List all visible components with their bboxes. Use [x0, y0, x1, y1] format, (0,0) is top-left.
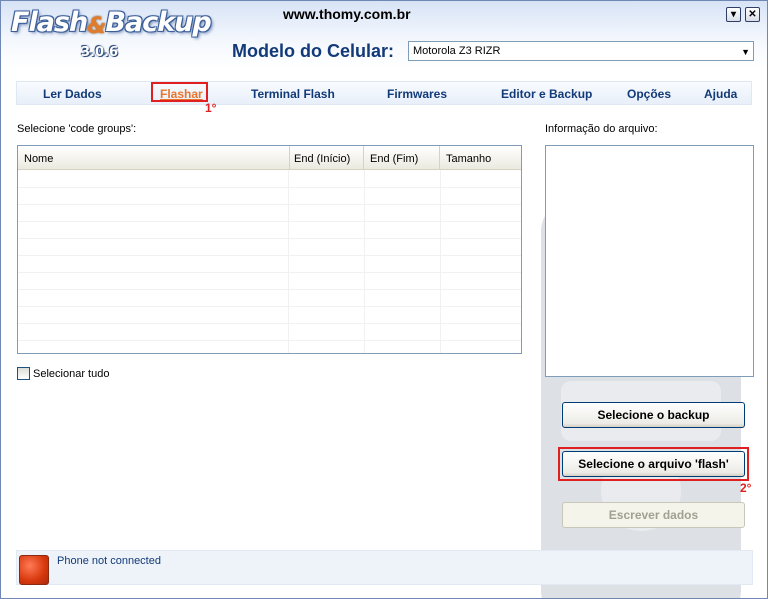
table-row [18, 171, 521, 188]
flashar-highlight-box [151, 82, 208, 102]
select-flash-file-button[interactable]: Selecione o arquivo 'flash' [562, 451, 745, 477]
app-window: Flash&Backup 3.0.6 www.thomy.com.br ▾ ✕ … [0, 0, 768, 599]
chevron-down-icon: ▼ [741, 47, 750, 57]
table-header: Nome End (Início) End (Fim) Tamanho [18, 146, 521, 170]
table-row [18, 341, 521, 353]
header: Flash&Backup 3.0.6 www.thomy.com.br ▾ ✕ … [1, 1, 767, 69]
status-bar: Phone not connected [16, 550, 753, 585]
model-select-value: Motorola Z3 RIZR [413, 45, 501, 57]
tab-ler-dados[interactable]: Ler Dados [43, 87, 102, 101]
app-logo: Flash&Backup [11, 7, 212, 47]
table-row [18, 205, 521, 222]
column-header-end-inicio[interactable]: End (Início) [288, 146, 364, 170]
minimize-button[interactable]: ▾ [726, 7, 741, 22]
table-row [18, 256, 521, 273]
tab-firmwares[interactable]: Firmwares [387, 87, 447, 101]
table-row [18, 290, 521, 307]
column-header-nome[interactable]: Nome [18, 146, 290, 170]
column-header-end-fim[interactable]: End (Fim) [364, 146, 440, 170]
table-row [18, 324, 521, 341]
select-all-label[interactable]: Selecionar tudo [33, 368, 109, 380]
status-text: Phone not connected [57, 555, 161, 567]
tab-editor-backup[interactable]: Editor e Backup [501, 87, 592, 101]
file-info-label: Informação do arquivo: [545, 123, 658, 135]
app-version: 3.0.6 [81, 45, 119, 60]
tab-terminal-flash[interactable]: Terminal Flash [251, 87, 335, 101]
write-data-button[interactable]: Escrever dados [562, 502, 745, 528]
tab-bar: Ler Dados Flashar Terminal Flash Firmwar… [16, 81, 752, 105]
select-all-checkbox[interactable] [17, 367, 30, 380]
column-header-tamanho[interactable]: Tamanho [440, 146, 521, 170]
code-groups-label: Selecione 'code groups': [17, 123, 137, 135]
tab-ajuda[interactable]: Ajuda [704, 87, 737, 101]
table-row [18, 273, 521, 290]
model-select[interactable]: Motorola Z3 RIZR ▼ [408, 41, 754, 61]
site-url: www.thomy.com.br [283, 6, 411, 22]
table-row [18, 307, 521, 324]
table-body [18, 171, 521, 353]
file-info-box [545, 145, 754, 377]
table-row [18, 222, 521, 239]
connection-status-icon [19, 555, 49, 585]
select-backup-button[interactable]: Selecione o backup [562, 402, 745, 428]
model-label: Modelo do Celular: [232, 41, 394, 61]
code-groups-table[interactable]: Nome End (Início) End (Fim) Tamanho [17, 145, 522, 354]
tab-opcoes[interactable]: Opções [627, 87, 671, 101]
close-button[interactable]: ✕ [745, 7, 760, 22]
step-2-marker: 2° [740, 481, 752, 495]
step-1-marker: 1° [205, 101, 217, 115]
logo-text: Flash&Backup [11, 7, 212, 39]
table-row [18, 188, 521, 205]
table-row [18, 239, 521, 256]
